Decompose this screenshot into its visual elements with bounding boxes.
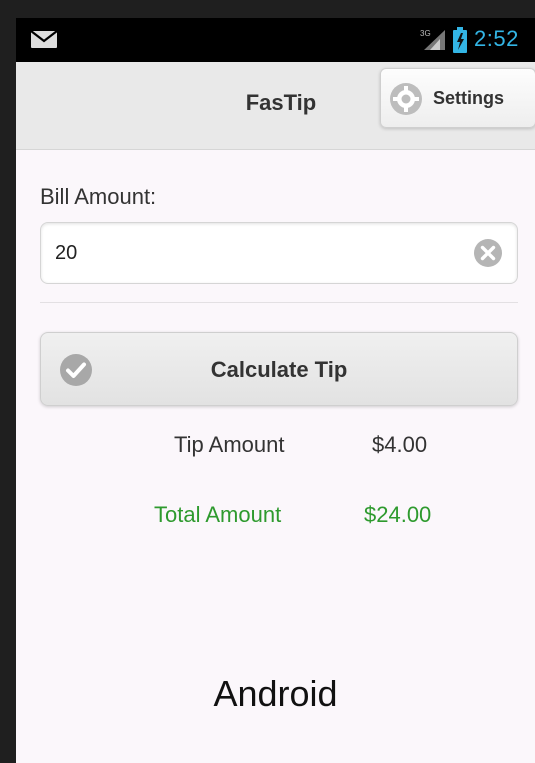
bill-amount-label: Bill Amount:	[40, 184, 157, 209]
settings-label: Settings	[433, 88, 505, 108]
gear-icon	[390, 83, 422, 115]
bill-amount-field	[40, 222, 518, 284]
total-amount-label: Total Amount	[154, 502, 282, 527]
page-title: FasTip	[245, 90, 317, 115]
total-amount-value: $24.00	[364, 502, 432, 527]
settings-button[interactable]: Settings	[380, 68, 535, 128]
svg-text:3G: 3G	[420, 29, 431, 38]
status-time: 2:52	[474, 26, 519, 51]
battery-icon	[453, 27, 467, 53]
app-header: FasTip Settings	[16, 62, 535, 150]
status-bar: 3G 2:52	[16, 18, 535, 62]
clear-icon[interactable]	[473, 238, 503, 268]
tip-amount-value: $4.00	[372, 432, 428, 457]
mail-icon	[30, 30, 58, 48]
calculate-tip-button[interactable]: Calculate Tip	[40, 332, 518, 406]
signal-3g-icon: 3G	[420, 29, 445, 50]
divider	[40, 302, 518, 303]
android-brand-text: Android	[213, 673, 338, 714]
bill-amount-input[interactable]	[55, 235, 455, 271]
calculate-tip-label: Calculate Tip	[210, 357, 348, 382]
tip-amount-label: Tip Amount	[174, 432, 285, 457]
phone-screen: 3G 2:52 FasTip Settings Bill Amount: 20 …	[16, 18, 535, 763]
